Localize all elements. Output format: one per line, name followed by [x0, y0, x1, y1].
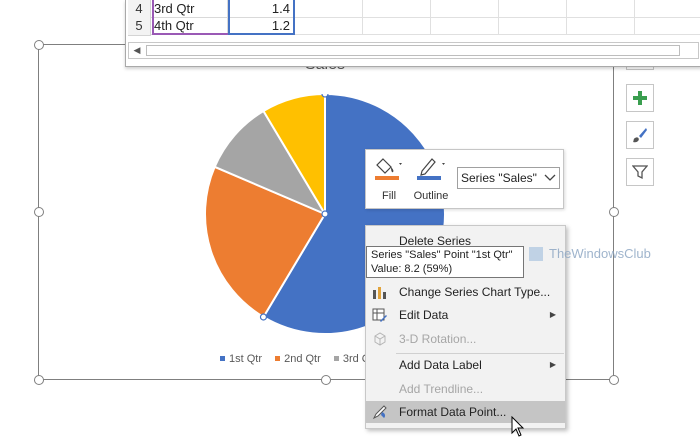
- horizontal-scrollbar[interactable]: ◀: [128, 42, 699, 59]
- resize-handle-top-left[interactable]: [34, 40, 44, 50]
- fill-bucket-icon: [375, 158, 402, 180]
- watermark: TheWindowsClub: [529, 246, 651, 266]
- resize-handle-right[interactable]: [609, 207, 619, 217]
- row-number[interactable]: 5: [128, 17, 151, 36]
- category-cell[interactable]: 3rd Qtr: [151, 0, 228, 18]
- outline-pen-icon: [417, 158, 445, 180]
- empty-cell[interactable]: [295, 17, 363, 35]
- legend-label: 1st Qtr: [229, 353, 263, 365]
- empty-cell[interactable]: [363, 17, 431, 35]
- chart-elements-plus-icon: [633, 91, 647, 105]
- legend-swatch: [275, 355, 281, 361]
- tooltip-value: Value: 8.2 (59%): [371, 263, 453, 275]
- sheet-row: 4 3rd Qtr 1.4: [126, 0, 700, 19]
- chart-filters-funnel-icon: [632, 165, 648, 180]
- menu-item-label: Add Data Label: [399, 358, 482, 372]
- empty-cell[interactable]: [567, 17, 635, 35]
- resize-handle-left[interactable]: [34, 207, 44, 217]
- menu-item-change-series-chart-type[interactable]: Change Series Chart Type...: [366, 281, 565, 303]
- mini-toolbar: Fill Outline Series "Sales" P: [365, 149, 564, 209]
- selection-handle[interactable]: [321, 210, 329, 218]
- empty-cell[interactable]: [499, 0, 567, 18]
- data-sheet-window: 4 3rd Qtr 1.4 5 4th Qtr 1.2 ◀: [125, 0, 700, 67]
- menu-item-add-data-label[interactable]: Add Data Label ▶: [366, 354, 565, 376]
- sheet-row: 5 4th Qtr 1.2: [126, 17, 700, 36]
- legend-item[interactable]: 1st Qtr: [220, 353, 262, 365]
- menu-item-label: Add Trendline...: [399, 382, 484, 396]
- legend-label: 2nd Qtr: [284, 353, 321, 365]
- watermark-text: TheWindowsClub: [549, 246, 651, 261]
- scroll-left-arrow-icon[interactable]: ◀: [131, 44, 143, 57]
- menu-item-label: Edit Data: [399, 308, 449, 322]
- tooltip-series-point: Series "Sales" Point "1st Qtr": [371, 249, 513, 261]
- mouse-cursor-icon: [511, 416, 525, 437]
- resize-handle-bottom-left[interactable]: [34, 375, 44, 385]
- menu-item-add-trendline[interactable]: Add Trendline...: [366, 378, 565, 400]
- selected-element-text: Series "Sales" P: [461, 171, 549, 185]
- value-cell[interactable]: 1.2: [228, 17, 294, 35]
- empty-cell[interactable]: [431, 17, 499, 35]
- data-point-tooltip: Series "Sales" Point "1st Qtr" Value: 8.…: [366, 246, 524, 278]
- rotation-3d-icon: [374, 332, 386, 346]
- submenu-arrow-icon: ▶: [549, 310, 556, 319]
- dropdown-chevron-icon[interactable]: [541, 168, 559, 188]
- empty-cell[interactable]: [431, 0, 499, 18]
- menu-item-label: Change Series Chart Type...: [399, 285, 551, 299]
- chart-styles-button[interactable]: [626, 121, 654, 149]
- change-chart-type-icon: [373, 287, 386, 299]
- outline-button[interactable]: Outline: [410, 154, 452, 204]
- empty-cell[interactable]: [295, 0, 363, 18]
- resize-handle-bottom-right[interactable]: [609, 375, 619, 385]
- menu-item-3d-rotation[interactable]: 3-D Rotation...: [366, 328, 565, 350]
- menu-item-label: Format Data Point...: [399, 405, 507, 419]
- empty-cell[interactable]: [635, 17, 700, 35]
- watermark-logo-icon: [529, 246, 543, 261]
- format-data-point-icon: [372, 405, 387, 420]
- edit-data-icon: [372, 308, 387, 322]
- value-cell[interactable]: 1.4: [228, 0, 294, 18]
- outline-label: Outline: [413, 190, 449, 202]
- empty-cell[interactable]: [567, 0, 635, 18]
- chart-styles-brush-icon: [633, 128, 647, 143]
- resize-handle-bottom[interactable]: [321, 375, 331, 385]
- category-cell[interactable]: 4th Qtr: [151, 17, 228, 35]
- selection-handle[interactable]: [259, 313, 268, 321]
- selection-handle[interactable]: [321, 94, 329, 98]
- submenu-arrow-icon: ▶: [549, 360, 556, 369]
- scroll-thumb[interactable]: [146, 45, 680, 56]
- legend-item[interactable]: 2nd Qtr: [275, 353, 321, 365]
- chart-legend[interactable]: 1st Qtr 2nd Qtr 3rd Qtr: [220, 353, 387, 367]
- empty-cell[interactable]: [635, 0, 700, 18]
- fill-label: Fill: [381, 190, 397, 202]
- fill-button[interactable]: Fill: [372, 154, 406, 204]
- legend-swatch: [333, 355, 339, 361]
- empty-cell[interactable]: [363, 0, 431, 18]
- legend-swatch: [220, 355, 225, 361]
- chart-element-select[interactable]: Series "Sales" P: [457, 167, 560, 189]
- empty-cell[interactable]: [499, 17, 567, 35]
- chart-filters-button[interactable]: [626, 158, 654, 186]
- menu-item-label: 3-D Rotation...: [399, 332, 477, 346]
- menu-item-format-data-point[interactable]: Format Data Point...: [366, 401, 565, 423]
- chart-elements-button[interactable]: [626, 84, 654, 112]
- menu-item-edit-data[interactable]: Edit Data ▶: [366, 304, 565, 326]
